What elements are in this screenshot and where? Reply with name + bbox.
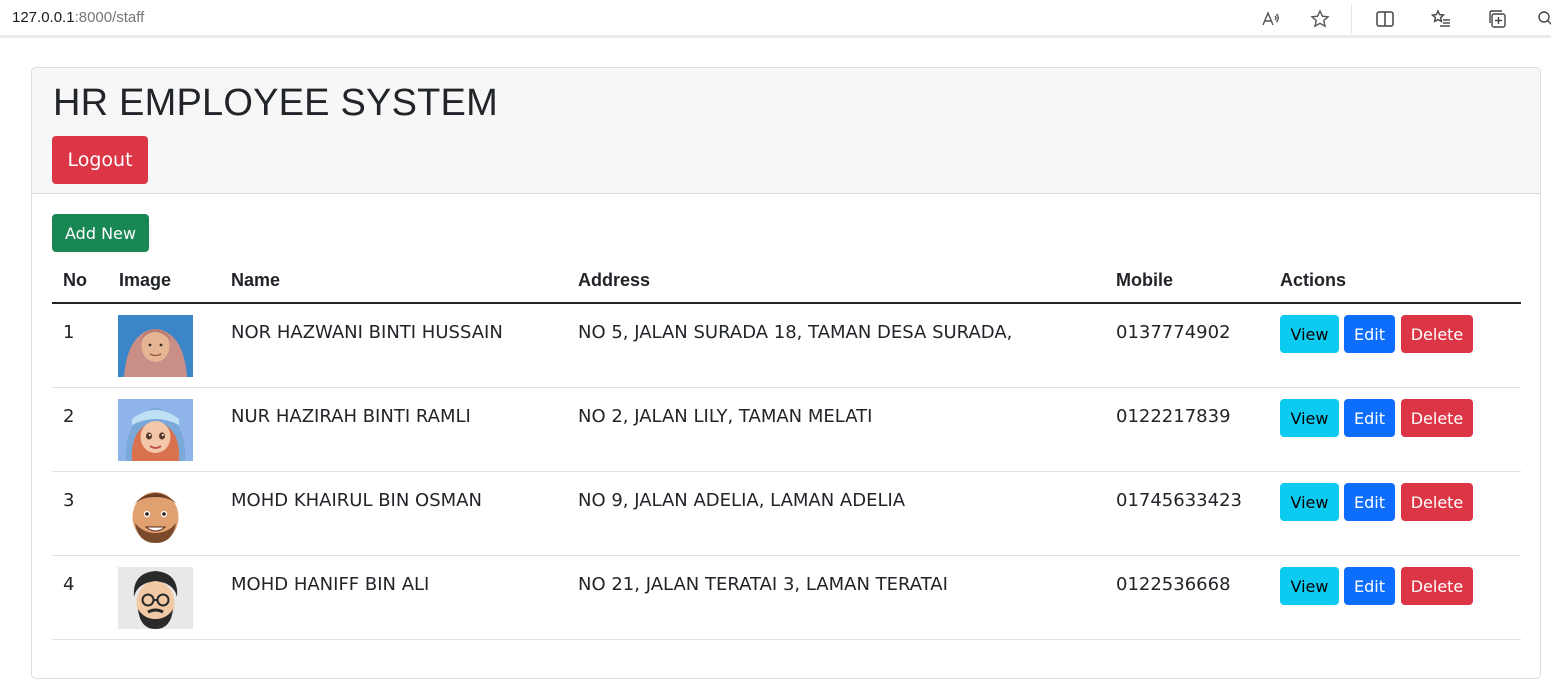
view-button[interactable]: View xyxy=(1280,399,1339,437)
card-header: HR EMPLOYEE SYSTEM Logout xyxy=(32,68,1540,194)
cell-address: NO 9, JALAN ADELIA, LAMAN ADELIA xyxy=(578,490,906,511)
employee-card: HR EMPLOYEE SYSTEM Logout Add New No Ima… xyxy=(31,67,1541,679)
view-button[interactable]: View xyxy=(1280,315,1339,353)
cell-mobile: 0122536668 xyxy=(1116,574,1231,595)
cell-address: NO 5, JALAN SURADA 18, TAMAN DESA SURADA… xyxy=(578,322,1013,343)
employee-photo xyxy=(118,567,193,629)
edit-button[interactable]: Edit xyxy=(1344,567,1395,605)
toolbar-divider xyxy=(1351,4,1352,34)
edit-button[interactable]: Edit xyxy=(1344,315,1395,353)
header-actions: Actions xyxy=(1280,270,1347,290)
header-no: No xyxy=(63,270,87,290)
delete-button[interactable]: Delete xyxy=(1401,567,1473,605)
header-image: Image xyxy=(119,270,172,290)
cell-mobile: 0137774902 xyxy=(1116,322,1231,343)
cell-no: 4 xyxy=(63,574,75,595)
table-row: 3 MOHD KHAIRUL BIN OSMAN NO 9, JALAN ADE… xyxy=(52,472,1521,556)
extensions-icon[interactable] xyxy=(1534,7,1551,31)
table-header: No Image Name Address Mobile Actions xyxy=(52,258,1521,304)
table-row: 4 MOHD HANIFF BIN ALI NO 21, JALAN TERAT… xyxy=(52,556,1521,640)
edit-button[interactable]: Edit xyxy=(1344,483,1395,521)
cell-no: 3 xyxy=(63,490,75,511)
favorite-star-icon[interactable] xyxy=(1308,7,1332,31)
collections-icon[interactable] xyxy=(1485,7,1509,31)
browser-address-bar: 127.0.0.1:8000/staff xyxy=(0,0,1551,38)
employee-photo xyxy=(118,315,193,377)
view-button[interactable]: View xyxy=(1280,483,1339,521)
cell-name: NOR HAZWANI BINTI HUSSAIN xyxy=(231,322,503,343)
delete-button[interactable]: Delete xyxy=(1401,399,1473,437)
edit-button[interactable]: Edit xyxy=(1344,399,1395,437)
add-new-button[interactable]: Add New xyxy=(52,214,149,252)
favorites-list-icon[interactable] xyxy=(1429,7,1453,31)
split-screen-icon[interactable] xyxy=(1373,7,1397,31)
logout-button[interactable]: Logout xyxy=(52,136,148,184)
table-row: 2 NUR HAZIRAH BINTI RAMLI NO 2, JALAN LI… xyxy=(52,388,1521,472)
header-mobile: Mobile xyxy=(1116,270,1173,290)
cell-name: MOHD KHAIRUL BIN OSMAN xyxy=(231,490,482,511)
header-address: Address xyxy=(578,270,651,290)
url-path: :8000/staff xyxy=(74,9,145,26)
delete-button[interactable]: Delete xyxy=(1401,483,1473,521)
cell-no: 2 xyxy=(63,406,75,427)
url-field[interactable]: 127.0.0.1:8000/staff xyxy=(12,9,144,26)
employee-photo xyxy=(118,399,193,461)
cell-mobile: 01745633423 xyxy=(1116,490,1242,511)
employee-photo xyxy=(118,483,193,545)
delete-button[interactable]: Delete xyxy=(1401,315,1473,353)
cell-name: MOHD HANIFF BIN ALI xyxy=(231,574,430,595)
table-row: 1 NOR HAZWANI BINTI HUSSAIN NO 5, JALAN … xyxy=(52,304,1521,388)
employee-table: No Image Name Address Mobile Actions 1 N… xyxy=(52,258,1521,640)
cell-address: NO 2, JALAN LILY, TAMAN MELATI xyxy=(578,406,873,427)
view-button[interactable]: View xyxy=(1280,567,1339,605)
cell-name: NUR HAZIRAH BINTI RAMLI xyxy=(231,406,471,427)
read-aloud-icon[interactable] xyxy=(1258,7,1282,31)
page-title: HR EMPLOYEE SYSTEM xyxy=(53,82,498,124)
header-name: Name xyxy=(231,270,281,290)
url-host: 127.0.0.1 xyxy=(12,9,75,26)
cell-address: NO 21, JALAN TERATAI 3, LAMAN TERATAI xyxy=(578,574,948,595)
cell-no: 1 xyxy=(63,322,75,343)
cell-mobile: 0122217839 xyxy=(1116,406,1231,427)
